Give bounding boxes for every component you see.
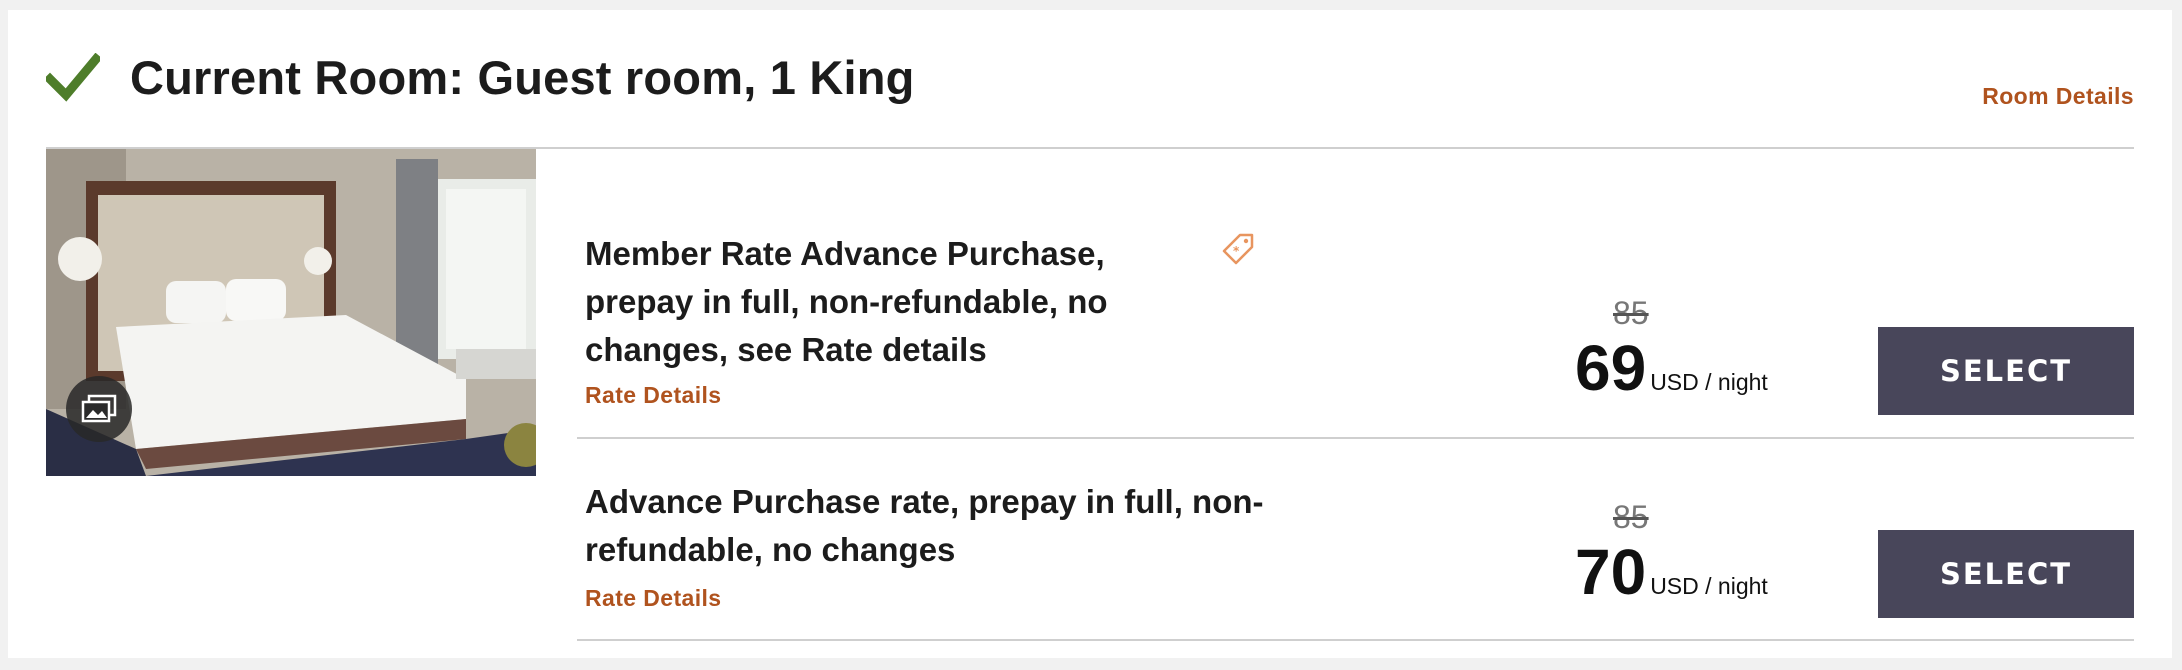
- member-rate-tag-icon: *: [1222, 233, 1254, 265]
- original-price: 85: [1613, 295, 1649, 331]
- check-icon: [46, 52, 100, 102]
- rate-row: Member Rate Advance Purchase, prepay in …: [577, 149, 2134, 439]
- price-unit: USD / night: [1650, 573, 1768, 599]
- photo-gallery-icon: [81, 394, 117, 423]
- svg-text:*: *: [1233, 244, 1240, 258]
- original-price: 85: [1613, 499, 1649, 535]
- room-photo[interactable]: [46, 149, 536, 476]
- rate-details-link[interactable]: Rate Details: [585, 585, 721, 612]
- price-unit: USD / night: [1650, 369, 1768, 395]
- rate-name: Advance Purchase rate, prepay in full, n…: [585, 483, 1264, 568]
- rate-row: Advance Purchase rate, prepay in full, n…: [577, 439, 2134, 641]
- select-button[interactable]: SELECT: [1878, 327, 2134, 415]
- room-details-link[interactable]: Room Details: [1982, 83, 2134, 110]
- select-button[interactable]: SELECT: [1878, 530, 2134, 618]
- photo-gallery-button[interactable]: [66, 376, 132, 442]
- price-line: 69 USD / night: [1575, 331, 1768, 405]
- rate-name: Member Rate Advance Purchase, prepay in …: [585, 235, 1108, 368]
- price-value: 69: [1575, 332, 1647, 404]
- room-card: Current Room: Guest room, 1 King Room De…: [8, 10, 2172, 658]
- rate-details-link[interactable]: Rate Details: [585, 382, 721, 409]
- room-header: Current Room: Guest room, 1 King: [46, 50, 915, 105]
- page-title: Current Room: Guest room, 1 King: [130, 51, 915, 104]
- divider: [577, 639, 2134, 641]
- price-value: 70: [1575, 536, 1647, 608]
- price-line: 70 USD / night: [1575, 535, 1768, 609]
